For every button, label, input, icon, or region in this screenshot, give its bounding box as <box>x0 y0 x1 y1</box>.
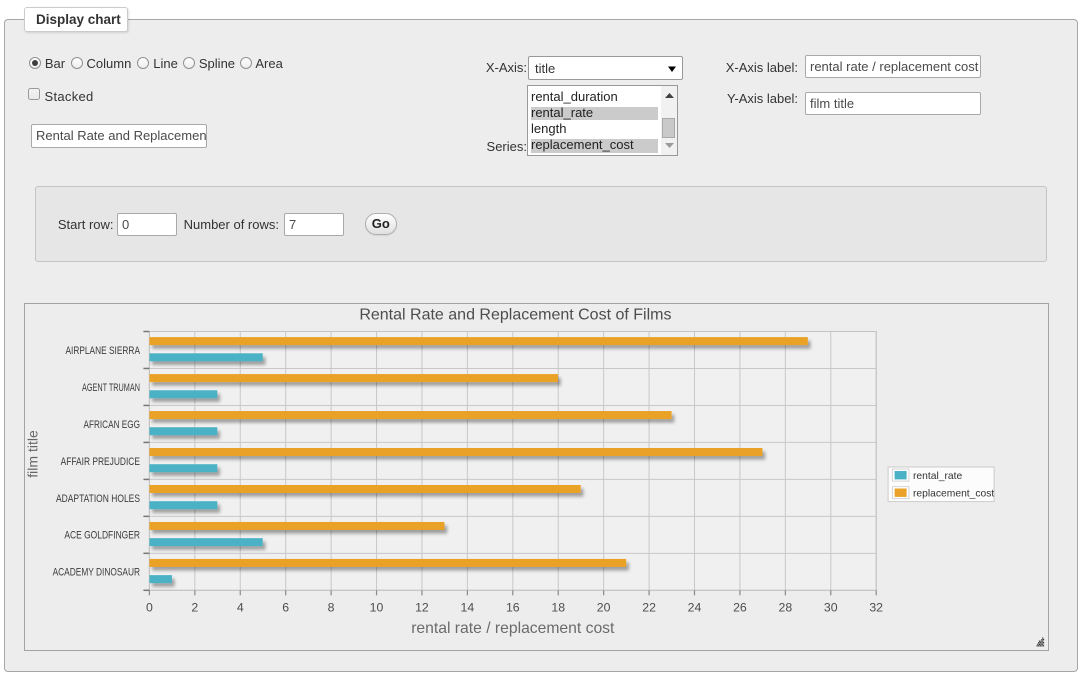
svg-text:22: 22 <box>642 600 656 614</box>
svg-text:rental rate / replacement cost: rental rate / replacement cost <box>411 620 615 637</box>
svg-text:8: 8 <box>328 600 335 614</box>
svg-text:0: 0 <box>146 600 153 614</box>
svg-text:4: 4 <box>237 600 244 614</box>
svg-text:14: 14 <box>461 600 475 614</box>
svg-text:AGENT TRUMAN: AGENT TRUMAN <box>82 382 140 394</box>
svg-text:ACE GOLDFINGER: ACE GOLDFINGER <box>64 530 140 542</box>
svg-text:18: 18 <box>551 600 565 614</box>
svg-text:20: 20 <box>597 600 611 614</box>
svg-text:film title: film title <box>25 430 41 478</box>
svg-text:6: 6 <box>282 600 289 614</box>
svg-text:28: 28 <box>779 600 793 614</box>
svg-text:replacement_cost: replacement_cost <box>913 488 994 499</box>
svg-text:rental_rate: rental_rate <box>913 471 963 482</box>
svg-text:16: 16 <box>506 600 520 614</box>
svg-text:2: 2 <box>191 600 198 614</box>
svg-text:Rental Rate and Replacement Co: Rental Rate and Replacement Cost of Film… <box>359 307 671 324</box>
svg-text:AFRICAN EGG: AFRICAN EGG <box>84 419 141 431</box>
svg-text:30: 30 <box>824 600 838 614</box>
svg-text:AIRPLANE SIERRA: AIRPLANE SIERRA <box>66 345 141 357</box>
svg-text:AFFAIR PREJUDICE: AFFAIR PREJUDICE <box>61 456 140 468</box>
svg-text:32: 32 <box>869 600 883 614</box>
svg-text:24: 24 <box>688 600 702 614</box>
svg-text:ADAPTATION HOLES: ADAPTATION HOLES <box>56 493 140 505</box>
svg-text:12: 12 <box>415 600 429 614</box>
svg-text:10: 10 <box>370 600 384 614</box>
svg-text:ACADEMY DINOSAUR: ACADEMY DINOSAUR <box>53 567 141 579</box>
svg-text:26: 26 <box>733 600 747 614</box>
